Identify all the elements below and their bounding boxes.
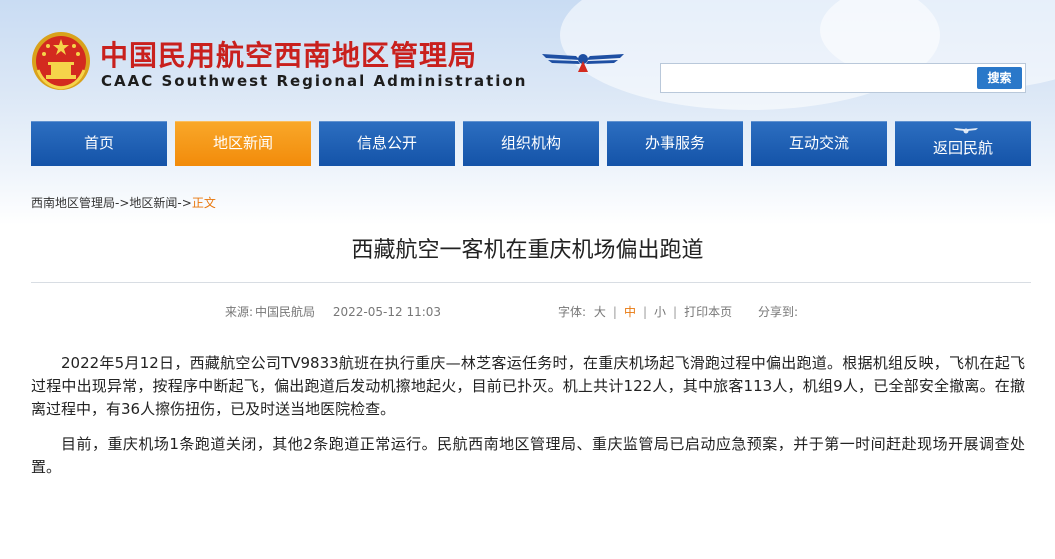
nav-item-regional-news[interactable]: 地区新闻	[175, 121, 311, 166]
site-header: 中国民用航空西南地区管理局 CAAC Southwest Regional Ad…	[0, 0, 1055, 225]
search-button[interactable]: 搜索	[977, 67, 1022, 89]
site-subtitle: CAAC Southwest Regional Administration	[101, 72, 528, 90]
font-size-large-button[interactable]: 大	[594, 305, 606, 319]
publish-date: 2022-05-12 11:03	[332, 305, 442, 319]
share-label: 分享到:	[758, 305, 799, 319]
search-input[interactable]	[661, 64, 971, 92]
nav-item-return-caac[interactable]: 返回民航	[895, 121, 1031, 166]
article-tools: 字体: 大 | 中 | 小 | 打印本页	[558, 303, 732, 320]
tool-separator: |	[612, 305, 617, 319]
title-divider	[31, 282, 1031, 283]
breadcrumb-separator: ->	[115, 196, 130, 210]
breadcrumb-item-regional-news[interactable]: 地区新闻	[129, 196, 177, 210]
breadcrumb: 西南地区管理局->地区新闻->正文	[31, 194, 216, 211]
tool-separator: |	[673, 305, 678, 319]
article-source-info: 来源: 中国民航局 2022-05-12 11:03	[225, 303, 441, 320]
source-label: 来源:	[225, 305, 254, 319]
national-emblem-icon	[32, 32, 90, 90]
breadcrumb-item-current: 正文	[191, 196, 216, 210]
nav-item-home[interactable]: 首页	[31, 121, 167, 166]
font-size-medium-button[interactable]: 中	[624, 305, 636, 319]
tool-separator: |	[642, 305, 647, 319]
nav-item-information-disclosure[interactable]: 信息公开	[319, 121, 455, 166]
font-size-small-button[interactable]: 小	[654, 305, 666, 319]
search-box: 搜索	[660, 63, 1026, 93]
wings-icon	[954, 128, 978, 134]
main-nav: 首页 地区新闻 信息公开 组织机构 办事服务 互动交流 返回民航	[31, 121, 1031, 166]
caac-wings-logo-icon	[542, 54, 624, 72]
nav-item-interaction[interactable]: 互动交流	[751, 121, 887, 166]
share-section: 分享到:	[758, 303, 798, 320]
article-paragraph: 2022年5月12日，西藏航空公司TV9833航班在执行重庆—林芝客运任务时，在…	[31, 354, 1025, 418]
breadcrumb-item-home[interactable]: 西南地区管理局	[31, 196, 115, 210]
font-size-label: 字体:	[558, 305, 587, 319]
nav-item-services[interactable]: 办事服务	[607, 121, 743, 166]
article-title: 西藏航空一客机在重庆机场偏出跑道	[351, 238, 704, 263]
nav-item-organization[interactable]: 组织机构	[463, 121, 599, 166]
site-title: 中国民用航空西南地区管理局	[100, 39, 478, 72]
source-value: 中国民航局	[255, 305, 316, 319]
article-paragraph: 目前，重庆机场1条跑道关闭，其他2条跑道正常运行。民航西南地区管理局、重庆监管局…	[31, 435, 1025, 476]
print-page-button[interactable]: 打印本页	[684, 305, 732, 319]
nav-item-label: 返回民航	[932, 139, 993, 157]
article-body: 2022年5月12日，西藏航空公司TV9833航班在执行重庆—林芝客运任务时，在…	[31, 352, 1025, 491]
breadcrumb-separator: ->	[177, 196, 192, 210]
